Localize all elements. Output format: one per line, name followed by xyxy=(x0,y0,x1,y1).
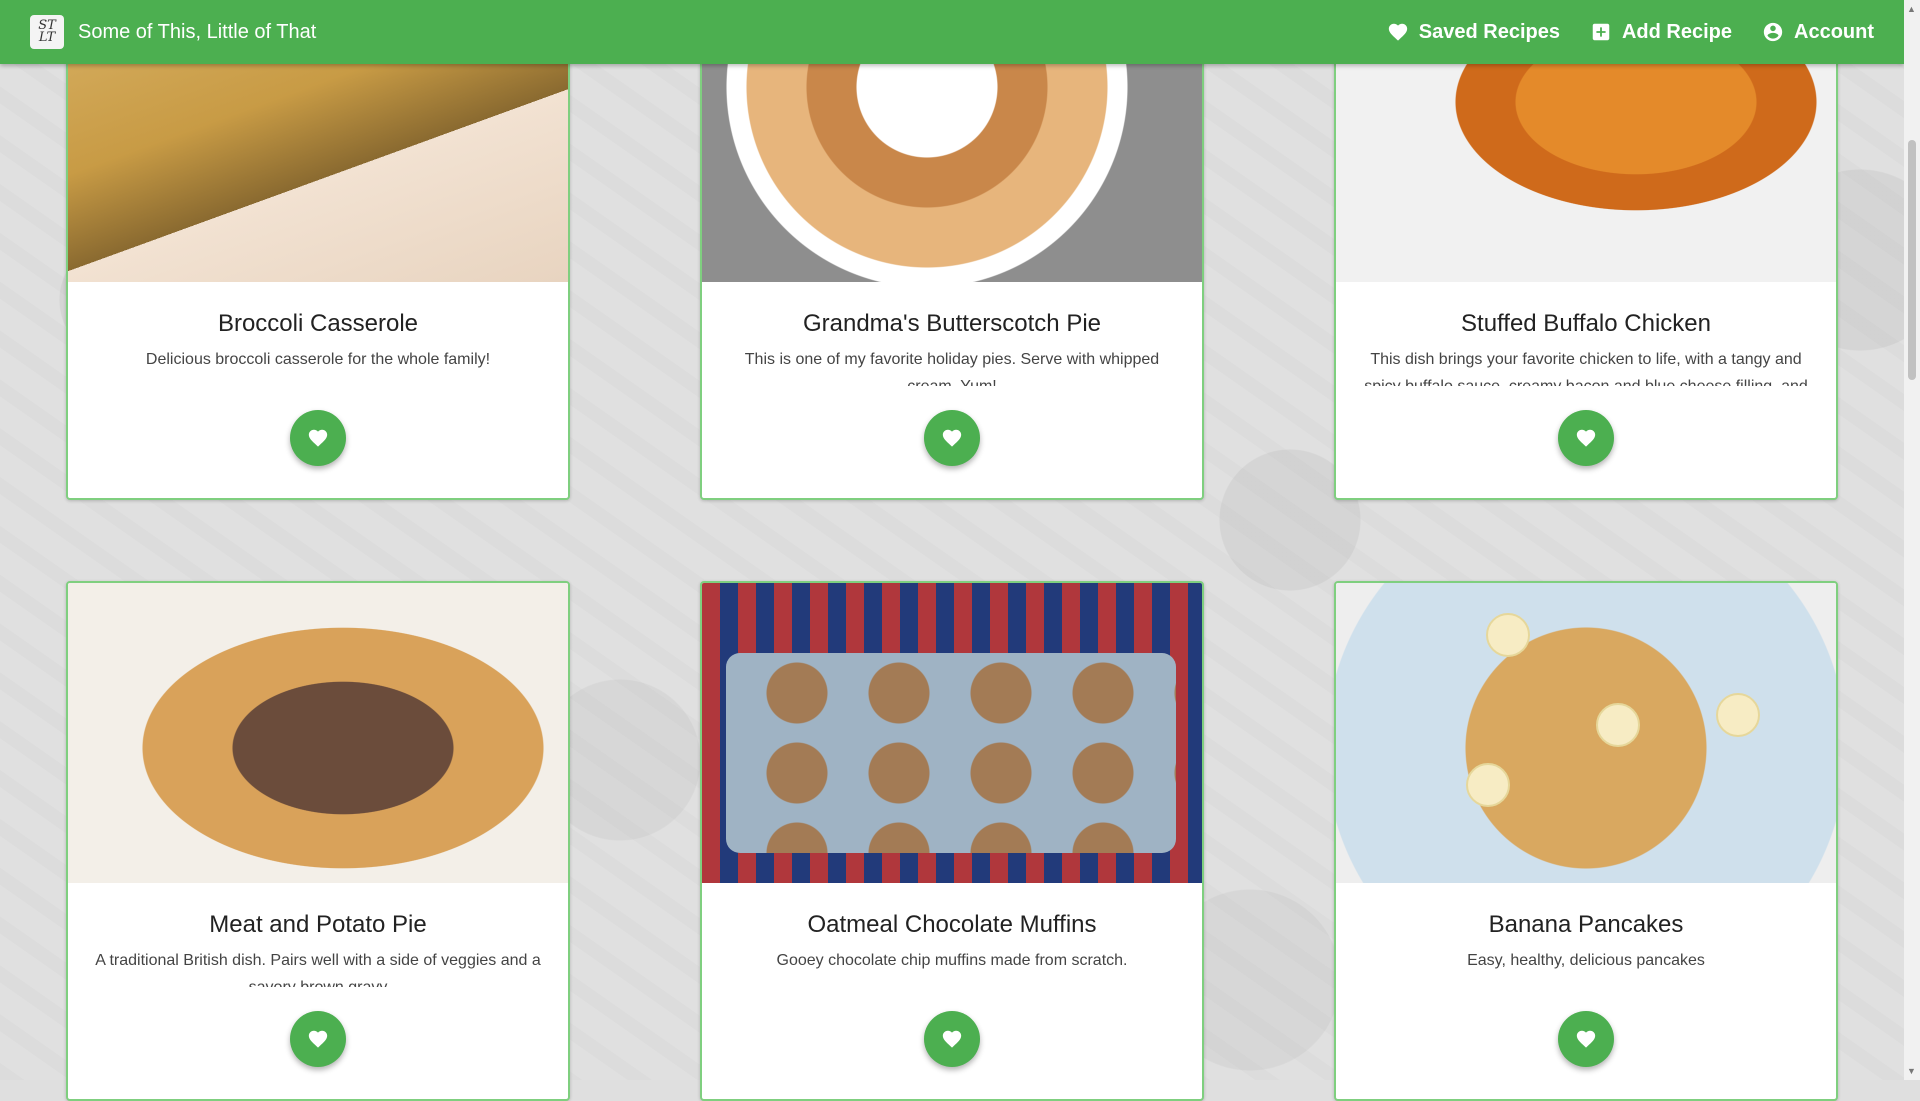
recipe-image[interactable] xyxy=(68,583,568,883)
recipe-title[interactable]: Oatmeal Chocolate Muffins xyxy=(702,883,1202,939)
recipe-card[interactable]: Stuffed Buffalo Chicken This dish brings… xyxy=(1334,0,1838,500)
recipe-card[interactable]: Oatmeal Chocolate Muffins Gooey chocolat… xyxy=(700,581,1204,1101)
favorite-button[interactable] xyxy=(290,1011,346,1067)
scroll-down-arrow-icon[interactable]: ▼ xyxy=(1907,1066,1916,1076)
recipe-card-body: Meat and Potato Pie A traditional Britis… xyxy=(68,883,568,1099)
recipe-image[interactable] xyxy=(702,583,1202,883)
page-scrollbar[interactable]: ▲ ▼ xyxy=(1904,0,1920,1080)
heart-icon xyxy=(1576,429,1596,447)
account-circle-icon xyxy=(1763,22,1783,42)
recipe-card[interactable]: Grandma's Butterscotch Pie This is one o… xyxy=(700,0,1204,500)
recipe-card-body: Stuffed Buffalo Chicken This dish brings… xyxy=(1336,282,1836,498)
heart-icon xyxy=(308,429,328,447)
nav-saved-recipes[interactable]: Saved Recipes xyxy=(1387,21,1560,44)
recipe-card-body: Banana Pancakes Easy, healthy, delicious… xyxy=(1336,883,1836,1099)
recipe-card-body: Broccoli Casserole Delicious broccoli ca… xyxy=(68,282,568,498)
nav-saved-recipes-label: Saved Recipes xyxy=(1418,20,1560,43)
nav-account[interactable]: Account xyxy=(1762,21,1874,44)
plus-square-icon xyxy=(1592,23,1610,41)
nav-add-recipe-label: Add Recipe xyxy=(1621,20,1732,43)
recipe-image[interactable] xyxy=(1336,583,1836,883)
favorite-button[interactable] xyxy=(290,410,346,466)
nav-add-recipe[interactable]: Add Recipe xyxy=(1590,21,1732,44)
banana-slice-graphic xyxy=(1716,693,1760,737)
banana-slice-graphic xyxy=(1486,613,1530,657)
recipe-title[interactable]: Grandma's Butterscotch Pie xyxy=(702,282,1202,338)
heart-icon xyxy=(1576,1030,1596,1048)
top-navbar: ST LT Some of This, Little of That Saved… xyxy=(0,0,1904,64)
recipe-title[interactable]: Broccoli Casserole xyxy=(68,282,568,338)
recipe-title[interactable]: Meat and Potato Pie xyxy=(68,883,568,939)
muffin-tray-graphic xyxy=(726,653,1176,853)
recipe-card-body: Grandma's Butterscotch Pie This is one o… xyxy=(702,282,1202,498)
heart-icon xyxy=(1388,23,1407,41)
favorite-button[interactable] xyxy=(1558,410,1614,466)
recipe-card[interactable]: Meat and Potato Pie A traditional Britis… xyxy=(66,581,570,1101)
favorite-button[interactable] xyxy=(924,1011,980,1067)
nav-account-label: Account xyxy=(1794,20,1874,43)
recipe-card[interactable]: Banana Pancakes Easy, healthy, delicious… xyxy=(1334,581,1838,1101)
site-title[interactable]: Some of This, Little of That xyxy=(78,21,316,44)
site-logo[interactable]: ST LT xyxy=(30,15,64,49)
scroll-thumb[interactable] xyxy=(1908,140,1916,380)
nav-links: Saved Recipes Add Recipe Account xyxy=(1387,21,1874,44)
heart-icon xyxy=(308,1030,328,1048)
recipe-description: Delicious broccoli casserole for the who… xyxy=(145,351,491,368)
heart-icon xyxy=(942,429,962,447)
recipe-description: This dish brings your favorite chicken t… xyxy=(1364,351,1808,386)
recipe-title[interactable]: Banana Pancakes xyxy=(1336,883,1836,939)
banana-slice-graphic xyxy=(1596,703,1640,747)
recipe-description: This is one of my favorite holiday pies.… xyxy=(744,351,1160,386)
recipe-card[interactable]: Broccoli Casserole Delicious broccoli ca… xyxy=(66,0,570,500)
recipe-description: Gooey chocolate chip muffins made from s… xyxy=(776,952,1128,969)
recipe-description: A traditional British dish. Pairs well w… xyxy=(95,952,541,987)
heart-icon xyxy=(942,1030,962,1048)
brand[interactable]: ST LT Some of This, Little of That xyxy=(30,15,316,49)
favorite-button[interactable] xyxy=(924,410,980,466)
recipe-title[interactable]: Stuffed Buffalo Chicken xyxy=(1336,282,1836,338)
recipe-description: Easy, healthy, delicious pancakes xyxy=(1467,952,1705,969)
favorite-button[interactable] xyxy=(1558,1011,1614,1067)
scroll-up-arrow-icon[interactable]: ▲ xyxy=(1907,4,1916,14)
banana-slice-graphic xyxy=(1466,763,1510,807)
recipe-card-body: Oatmeal Chocolate Muffins Gooey chocolat… xyxy=(702,883,1202,1099)
